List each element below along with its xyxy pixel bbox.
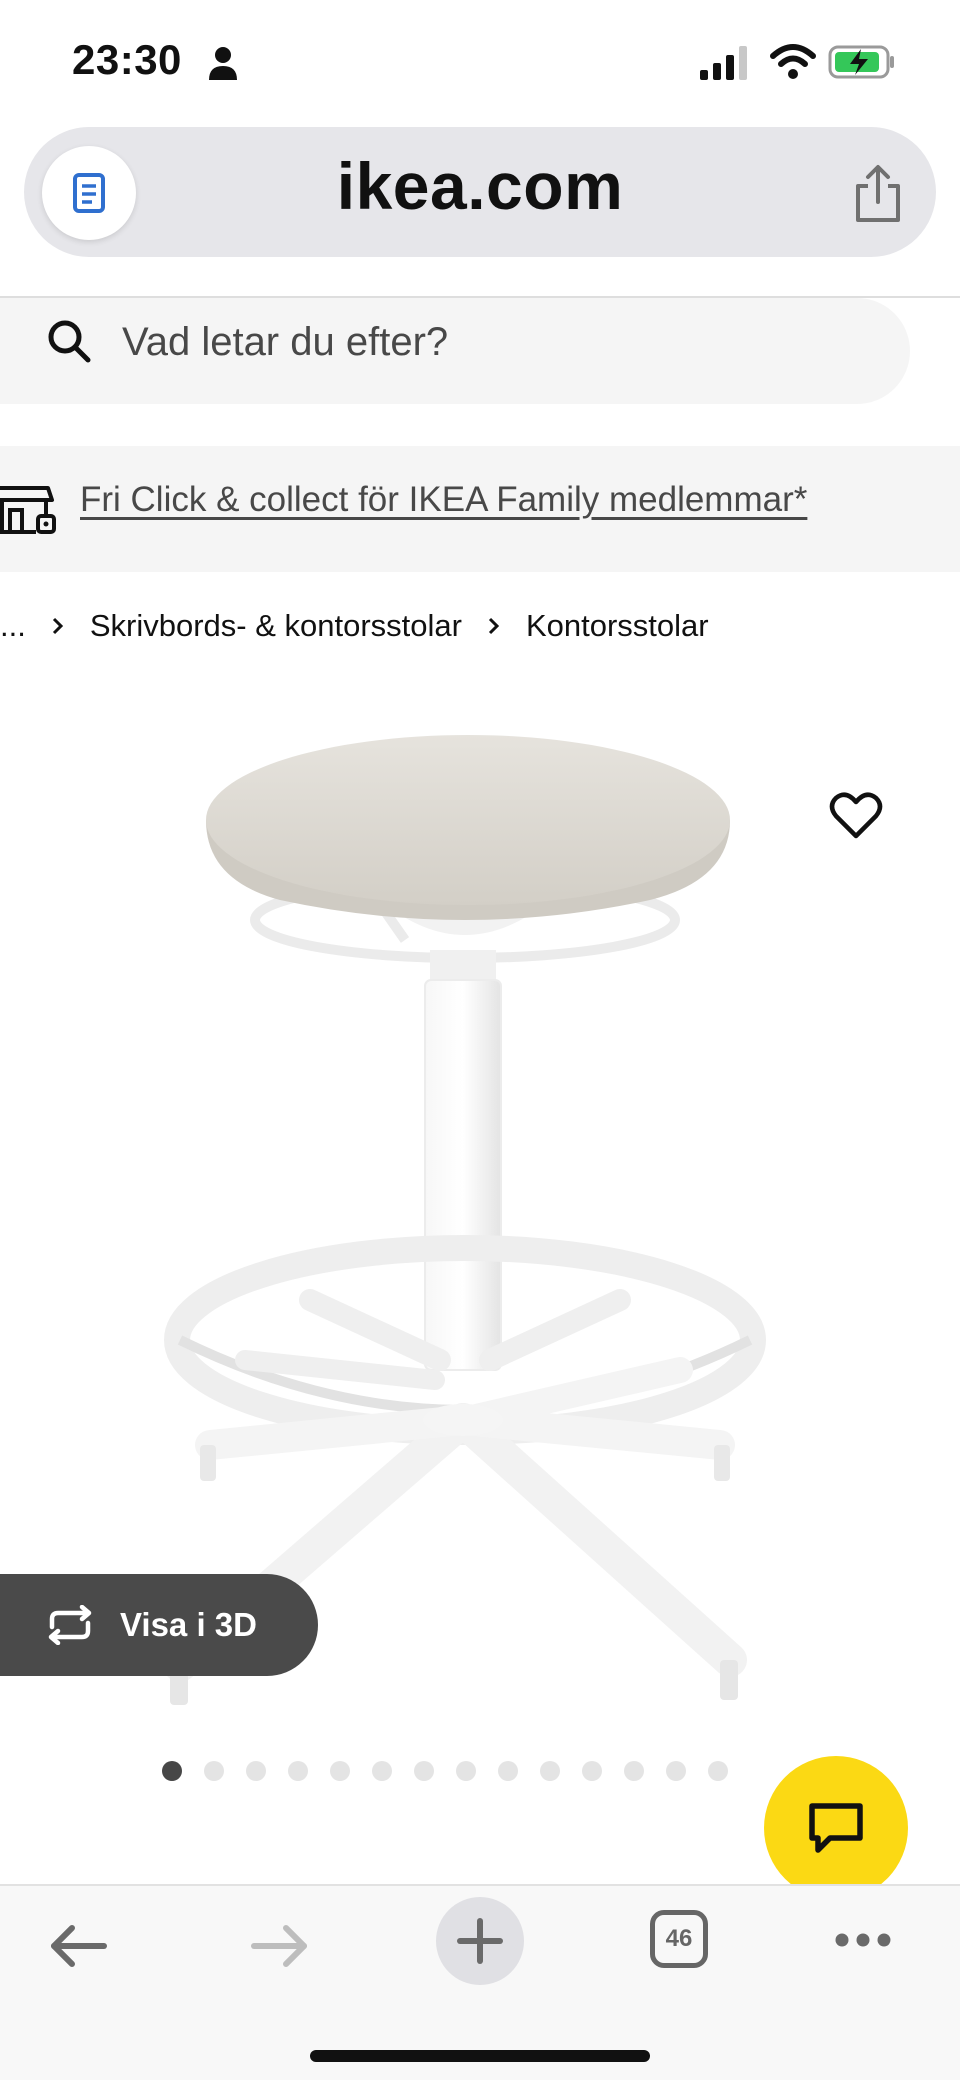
- forward-icon[interactable]: [248, 1916, 312, 1976]
- search-placeholder[interactable]: Vad letar du efter?: [122, 320, 448, 365]
- home-indicator: [310, 2050, 650, 2062]
- new-tab-icon: [457, 1918, 503, 1964]
- chevron-right-icon: [488, 617, 500, 635]
- pagination-dot[interactable]: [204, 1761, 224, 1781]
- chat-button[interactable]: [764, 1756, 908, 1900]
- view-3d-label: Visa i 3D: [120, 1606, 257, 1643]
- tab-count: 46: [665, 1925, 693, 1952]
- person-icon: [209, 47, 237, 80]
- chevron-right-icon: [52, 617, 63, 635]
- image-pagination: [162, 1761, 728, 1783]
- pagination-dot-active[interactable]: [162, 1761, 182, 1781]
- more-icon[interactable]: [834, 1930, 892, 1950]
- back-icon[interactable]: [46, 1916, 110, 1976]
- pagination-dot[interactable]: [666, 1761, 686, 1781]
- pagination-dot[interactable]: [330, 1761, 350, 1781]
- pagination-dot[interactable]: [414, 1761, 434, 1781]
- breadcrumb-overflow[interactable]: ...: [0, 608, 26, 644]
- rotate-3d-icon: [48, 1605, 92, 1645]
- pagination-dot[interactable]: [246, 1761, 266, 1781]
- share-icon[interactable]: [846, 162, 910, 226]
- tabs-button[interactable]: 46: [650, 1910, 708, 1968]
- store-icon: [0, 486, 56, 534]
- breadcrumb-item-desk-chairs[interactable]: Skrivbords- & kontorsstolar: [90, 608, 462, 644]
- search-icon: [48, 320, 91, 363]
- pagination-dot[interactable]: [456, 1761, 476, 1781]
- pagination-dot[interactable]: [540, 1761, 560, 1781]
- wifi-icon: [770, 44, 816, 79]
- battery-charging-icon: [828, 45, 894, 79]
- url-text[interactable]: ikea.com: [0, 148, 960, 224]
- pagination-dot[interactable]: [498, 1761, 518, 1781]
- new-tab-button[interactable]: [436, 1897, 524, 1985]
- pagination-dot[interactable]: [288, 1761, 308, 1781]
- breadcrumb-item-office-chairs[interactable]: Kontorsstolar: [526, 608, 709, 644]
- chat-icon: [809, 1803, 863, 1853]
- heart-icon[interactable]: [828, 788, 884, 844]
- signal-icon: [700, 46, 747, 80]
- pagination-dot[interactable]: [708, 1761, 728, 1781]
- pagination-dot[interactable]: [372, 1761, 392, 1781]
- pagination-dot[interactable]: [624, 1761, 644, 1781]
- view-3d-button[interactable]: Visa i 3D: [0, 1574, 318, 1676]
- breadcrumb: ... Skrivbords- & kontorsstolar Kontorss…: [0, 604, 709, 648]
- status-time: 23:30: [72, 36, 182, 83]
- promo-link[interactable]: Fri Click & collect för IKEA Family medl…: [80, 480, 807, 520]
- pagination-dot[interactable]: [582, 1761, 602, 1781]
